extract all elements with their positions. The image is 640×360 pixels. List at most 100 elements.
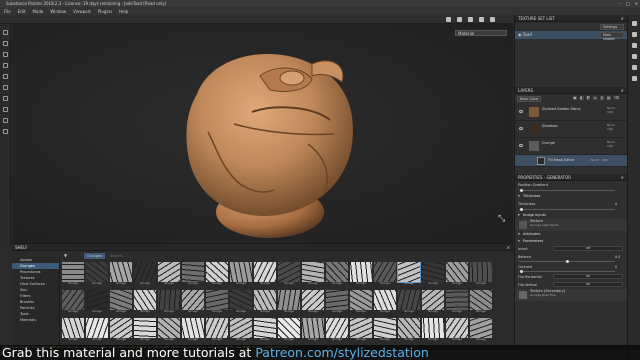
display-icon[interactable] xyxy=(632,54,637,59)
settings-dropdown[interactable]: Settings xyxy=(600,24,624,30)
shelf-tile[interactable]: Grunge xyxy=(182,290,204,317)
shelf-tile[interactable]: Grunge xyxy=(182,318,204,345)
shelf-tile[interactable]: Grunge xyxy=(302,318,324,345)
layers-icon[interactable] xyxy=(632,32,637,37)
shelf-tile[interactable]: Grunge xyxy=(326,290,348,317)
shelf-tile[interactable]: Grunge xyxy=(397,262,421,289)
shader-icon[interactable] xyxy=(632,65,637,70)
layer-item[interactable]: Stylized Golden Stone Norm 100 xyxy=(515,104,627,121)
shelf-tile[interactable]: Grunge xyxy=(158,262,180,289)
smudge-icon[interactable] xyxy=(3,74,8,79)
shelf-tile[interactable]: Grunge xyxy=(326,262,348,289)
shelf-tile[interactable]: Grunge xyxy=(422,318,444,345)
close-icon[interactable]: ✕ xyxy=(635,0,638,7)
projection-icon[interactable] xyxy=(3,52,8,57)
clone-icon[interactable] xyxy=(3,85,8,90)
shelf-tile[interactable]: Grunge xyxy=(278,262,300,289)
shelf-tile[interactable]: Grunge xyxy=(62,262,84,289)
filter-tag[interactable]: Grunges xyxy=(84,253,105,259)
attributes-section[interactable]: Attributes xyxy=(515,231,627,238)
paint-brush-icon[interactable] xyxy=(3,30,8,35)
symmetry-icon[interactable] xyxy=(3,118,8,123)
shader-dropdown[interactable]: Main shader xyxy=(600,32,624,41)
color-picker-icon[interactable] xyxy=(3,96,8,101)
shelf-tile[interactable]: Grunge xyxy=(422,262,444,289)
shelf-tile[interactable]: Grunge xyxy=(302,290,324,317)
shelf-tile[interactable]: Grunge xyxy=(230,318,252,345)
panel-close-icon[interactable]: ✕ xyxy=(621,87,624,94)
shelf-tile[interactable]: Grunge xyxy=(230,262,252,289)
shelf-tile[interactable]: Grunge xyxy=(470,262,492,289)
shelf-tile[interactable]: Grunge xyxy=(278,290,300,317)
shelf-tile[interactable]: Grunge xyxy=(86,318,108,345)
shelf-tile[interactable]: Grunge xyxy=(206,262,228,289)
contrast-slider[interactable] xyxy=(519,271,615,272)
invert-toggle[interactable]: Off xyxy=(553,246,623,251)
viewport-layout-icon[interactable] xyxy=(490,17,495,22)
slider-knob[interactable] xyxy=(520,189,523,192)
shelf-tile[interactable]: Grunge xyxy=(350,318,372,345)
filter-icon[interactable]: ▼ xyxy=(64,253,67,258)
screenshot-icon[interactable] xyxy=(468,17,473,22)
display-settings-icon[interactable] xyxy=(479,17,484,22)
properties-icon[interactable] xyxy=(632,43,637,48)
texture-set-icon[interactable] xyxy=(632,21,637,26)
shelf-tile[interactable]: Grunge xyxy=(134,262,156,289)
menu-mode[interactable]: Mode xyxy=(32,9,43,14)
camera-icon[interactable] xyxy=(446,17,451,22)
layer-channel-dropdown[interactable]: Base Color xyxy=(517,96,541,102)
menu-edit[interactable]: Edit xyxy=(18,9,26,14)
shelf-tile[interactable]: Grunge xyxy=(134,318,156,345)
maximize-icon[interactable]: □ xyxy=(626,0,630,7)
texture-secondary-row[interactable]: Texture (Secondary) Grunge Rust Fine xyxy=(515,289,627,301)
visibility-eye-icon[interactable] xyxy=(519,127,523,130)
patreon-link[interactable]: Patreon.com/stylizedstation xyxy=(255,345,429,360)
menu-help[interactable]: Help xyxy=(119,9,128,14)
shelf-tile[interactable]: Grunge xyxy=(86,290,108,317)
flip-horizontal-toggle[interactable]: Off xyxy=(553,274,623,279)
shelf-tile[interactable]: Grunge xyxy=(62,318,84,345)
thickness-section[interactable]: Thickness xyxy=(515,193,627,200)
shelf-tile[interactable]: Grunge xyxy=(470,318,492,345)
minimize-icon[interactable]: – xyxy=(619,0,621,7)
shelf-tile[interactable]: Grunge xyxy=(158,290,180,317)
shelf-tile[interactable]: Grunge xyxy=(110,290,132,317)
shelf-tile[interactable]: Grunge xyxy=(326,318,348,345)
menu-file[interactable]: File xyxy=(4,9,11,14)
shelf-tile[interactable]: Grunge xyxy=(62,290,84,317)
shelf-tile[interactable]: Grunge xyxy=(134,290,156,317)
menu-window[interactable]: Window xyxy=(50,9,66,14)
shelf-tile[interactable]: Grunge xyxy=(206,318,228,345)
layer-actions-icon[interactable]: ▣◧◩▤▥▦⌫ xyxy=(573,94,622,102)
shelf-tile[interactable]: Grunge xyxy=(350,290,372,317)
thickness-slider[interactable] xyxy=(519,209,615,210)
shelf-tile[interactable]: Grunge xyxy=(86,262,108,289)
polygon-fill-icon[interactable] xyxy=(3,63,8,68)
shelf-tile[interactable]: Grunge xyxy=(278,318,300,345)
shelf-tile[interactable]: Grunge xyxy=(110,262,132,289)
shelf-tile[interactable]: Grunge xyxy=(374,290,396,317)
shelf-tile[interactable]: Grunge xyxy=(374,262,396,289)
shelf-tile[interactable]: Grunge xyxy=(398,318,420,345)
shelf-tile[interactable]: Grunge xyxy=(254,290,276,317)
shelf-category[interactable]: Materials xyxy=(12,317,59,323)
panel-close-icon[interactable]: ✕ xyxy=(621,15,624,22)
shelf-tile[interactable]: Grunge xyxy=(110,318,132,345)
visibility-eye-icon[interactable] xyxy=(519,144,523,147)
shelf-tile[interactable]: Grunge xyxy=(182,262,204,289)
shelf-search-input[interactable] xyxy=(110,253,260,259)
slider-knob[interactable] xyxy=(520,208,523,211)
texture-set-toad[interactable]: ◉ Toad Main shader xyxy=(515,31,627,41)
shelf-tile[interactable]: Grunge xyxy=(374,318,396,345)
texture-input-row[interactable]: Texture Grunge Leak Spots xyxy=(515,219,627,231)
panel-close-icon[interactable]: ✕ xyxy=(507,244,510,251)
shelf-tile[interactable]: Grunge xyxy=(446,262,468,289)
layer-item-selected[interactable]: Fill Mask Editor Norm · 100 xyxy=(515,155,627,167)
shelf-tile[interactable]: Grunge xyxy=(422,290,444,317)
menu-plugins[interactable]: Plugins xyxy=(98,9,112,14)
shelf-tile[interactable]: Grunge xyxy=(230,290,252,317)
visibility-eye-icon[interactable] xyxy=(519,110,523,113)
history-icon[interactable] xyxy=(632,76,637,81)
shelf-tile[interactable]: Grunge xyxy=(206,290,228,317)
layer-item[interactable]: Shadows Norm 100 xyxy=(515,121,627,138)
